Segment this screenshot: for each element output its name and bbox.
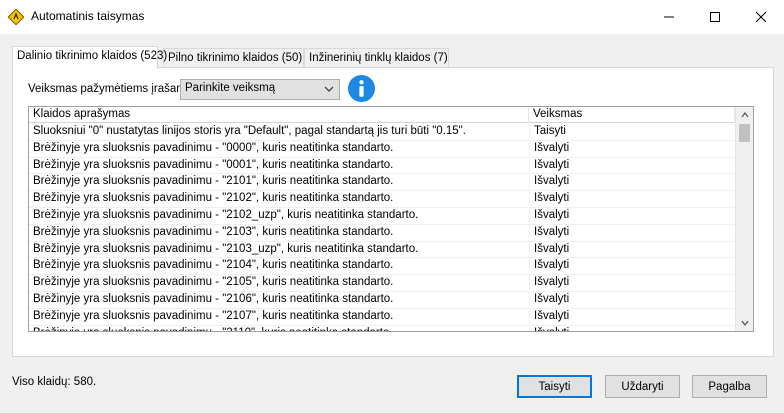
action-label: Veiksmas pažymėtiems įrašams:: [28, 83, 195, 95]
scrollbar-thumb[interactable]: [739, 124, 750, 142]
close-button[interactable]: [738, 0, 784, 34]
row-description: Brėžinyje yra sluoksnis pavadinimu - "00…: [33, 158, 394, 171]
maximize-icon: [710, 12, 720, 22]
table-row[interactable]: Sluoksniui "0" nustatytas linijos storis…: [29, 124, 735, 141]
info-icon[interactable]: [347, 74, 376, 103]
row-action[interactable]: Išvalyti: [529, 291, 735, 306]
row-action[interactable]: Išvalyti: [529, 308, 735, 323]
row-action[interactable]: Išvalyti: [529, 207, 735, 222]
chevron-up-icon: [741, 112, 748, 118]
row-action[interactable]: Išvalyti: [529, 275, 735, 290]
table-row[interactable]: Brėžinyje yra sluoksnis pavadinimu - "21…: [29, 258, 735, 276]
fix-button[interactable]: Taisyti: [517, 375, 592, 398]
row-description: Brėžinyje yra sluoksnis pavadinimu - "21…: [33, 192, 394, 205]
window-title: Automatinis taisymas: [31, 9, 145, 23]
table-row[interactable]: Brėžinyje yra sluoksnis pavadinimu - "21…: [29, 241, 735, 259]
scroll-up-button[interactable]: [736, 107, 753, 123]
chevron-down-icon: [324, 86, 334, 92]
row-action[interactable]: Išvalyti: [529, 191, 735, 206]
row-description: Brėžinyje yra sluoksnis pavadinimu - "21…: [33, 242, 419, 255]
table-row[interactable]: Brėžinyje yra sluoksnis pavadinimu - "21…: [29, 308, 735, 326]
column-header-action[interactable]: Veiksmas: [529, 107, 735, 123]
action-select[interactable]: Parinkite veiksmą: [180, 79, 340, 100]
row-description: Sluoksniui "0" nustatytas linijos storis…: [33, 125, 466, 137]
table-row[interactable]: Brėžinyje yra sluoksnis pavadinimu - "21…: [29, 275, 735, 292]
row-description: Brėžinyje yra sluoksnis pavadinimu - "21…: [29, 326, 529, 331]
close-icon: [756, 12, 766, 22]
help-button[interactable]: Pagalba: [692, 375, 767, 398]
errors-grid: Klaidos aprašymas Veiksmas Sluoksniui "0…: [28, 106, 754, 332]
error-count-status: Viso klaidų: 580.: [12, 376, 97, 388]
tab-utility-networks[interactable]: Inžinerinių tinklų klaidos (7): [304, 48, 449, 68]
tab-partial-check[interactable]: Dalinio tikrinimo klaidos (523): [12, 46, 167, 69]
action-select-value: Parinkite veiksmą: [185, 82, 276, 94]
table-row[interactable]: Brėžinyje yra sluoksnis pavadinimu - "21…: [29, 191, 735, 208]
table-row[interactable]: Brėžinyje yra sluoksnis pavadinimu - "21…: [29, 174, 735, 192]
row-description: Brėžinyje yra sluoksnis pavadinimu - "21…: [33, 175, 394, 188]
row-action[interactable]: Išvalyti: [529, 224, 735, 239]
row-description: Brėžinyje yra sluoksnis pavadinimu - "00…: [33, 141, 394, 154]
row-action[interactable]: Taisyti: [529, 124, 735, 138]
row-action[interactable]: Išvalyti: [529, 140, 735, 155]
row-description: Brėžinyje yra sluoksnis pavadinimu - "21…: [33, 208, 419, 221]
row-description: Brėžinyje yra sluoksnis pavadinimu - "21…: [33, 276, 394, 289]
row-description: Brėžinyje yra sluoksnis pavadinimu - "21…: [33, 292, 394, 305]
table-row[interactable]: Brėžinyje yra sluoksnis pavadinimu - "21…: [29, 325, 735, 331]
row-description: Brėžinyje yra sluoksnis pavadinimu - "21…: [33, 225, 394, 238]
scroll-down-button[interactable]: [736, 315, 753, 331]
row-action[interactable]: Išvalyti: [529, 174, 735, 189]
row-action[interactable]: Išvalyti: [529, 325, 735, 331]
title-bar: Automatinis taisymas: [0, 0, 784, 34]
grid-rows: Sluoksniui "0" nustatytas linijos storis…: [29, 124, 735, 331]
tab-full-check[interactable]: Pilno tikrinimo klaidos (50): [163, 48, 304, 68]
column-header-description[interactable]: Klaidos aprašymas: [29, 107, 529, 123]
row-action[interactable]: Išvalyti: [529, 157, 735, 172]
table-row[interactable]: Brėžinyje yra sluoksnis pavadinimu - "21…: [29, 224, 735, 242]
chevron-down-icon: [741, 320, 748, 326]
minimize-icon: [664, 16, 674, 18]
maximize-button[interactable]: [692, 0, 738, 34]
table-row[interactable]: Brėžinyje yra sluoksnis pavadinimu - "00…: [29, 140, 735, 158]
app-icon: [8, 9, 24, 25]
row-description: Brėžinyje yra sluoksnis pavadinimu - "21…: [33, 259, 394, 272]
minimize-button[interactable]: [646, 0, 692, 34]
vertical-scrollbar[interactable]: [735, 107, 753, 331]
row-action[interactable]: Išvalyti: [529, 241, 735, 256]
row-action[interactable]: Išvalyti: [529, 258, 735, 273]
table-row[interactable]: Brėžinyje yra sluoksnis pavadinimu - "21…: [29, 291, 735, 309]
grid-header: Klaidos aprašymas Veiksmas: [29, 107, 753, 123]
close-dialog-button[interactable]: Uždaryti: [605, 375, 680, 398]
tab-panel: Veiksmas pažymėtiems įrašams: Parinkite …: [12, 67, 774, 357]
table-row[interactable]: Brėžinyje yra sluoksnis pavadinimu - "00…: [29, 157, 735, 175]
table-row[interactable]: Brėžinyje yra sluoksnis pavadinimu - "21…: [29, 207, 735, 225]
row-description: Brėžinyje yra sluoksnis pavadinimu - "21…: [33, 309, 394, 322]
